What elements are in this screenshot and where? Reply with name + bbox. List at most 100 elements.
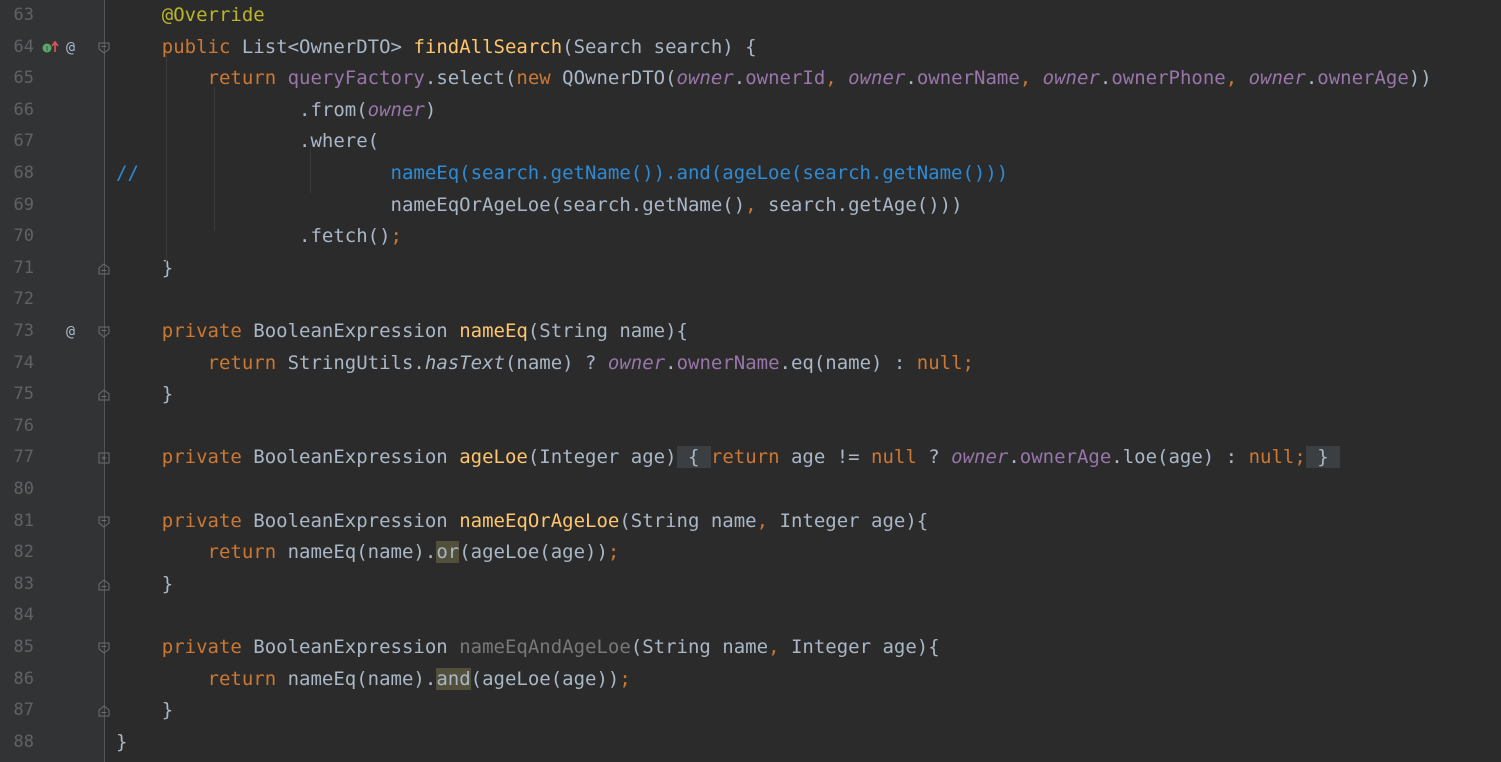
line-number[interactable]: 72: [0, 284, 34, 316]
fold-collapse-icon[interactable]: [98, 516, 110, 528]
fold-collapse-icon[interactable]: [98, 642, 110, 654]
line-number[interactable]: 64: [0, 32, 34, 64]
code-line[interactable]: 83 }: [0, 569, 1501, 601]
code-line[interactable]: 86 return nameEq(name).and(ageLoe(age));: [0, 664, 1501, 696]
line-number[interactable]: 66: [0, 95, 34, 127]
code-line[interactable]: 63 @Override: [0, 0, 1501, 32]
code-text[interactable]: return StringUtils.hasText(name) ? owner…: [116, 348, 974, 380]
code-token: ?: [928, 446, 952, 469]
code-text[interactable]: nameEqOrAgeLoe(search.getName(), search.…: [116, 190, 963, 222]
code-line[interactable]: 71 }: [0, 253, 1501, 285]
line-number[interactable]: 73: [0, 316, 34, 348]
code-token: @Override: [161, 4, 265, 26]
code-text[interactable]: .from(owner): [116, 95, 436, 127]
code-line[interactable]: 84: [0, 600, 1501, 632]
line-number[interactable]: 88: [0, 727, 34, 759]
code-text[interactable]: return nameEq(name).and(ageLoe(age));: [116, 664, 631, 696]
line-number[interactable]: 80: [0, 474, 34, 506]
code-line[interactable]: 67 .where(: [0, 126, 1501, 158]
code-token: ;: [607, 541, 620, 564]
code-text[interactable]: }: [116, 727, 127, 759]
code-token: }: [116, 730, 128, 753]
code-line[interactable]: 74 return StringUtils.hasText(name) ? ow…: [0, 348, 1501, 380]
code-line[interactable]: 68 // nameEq(search.getName()).and(ageLoe…: [0, 158, 1501, 190]
line-number[interactable]: 84: [0, 600, 34, 632]
code-line[interactable]: 81 private BooleanExpression nameEqOrAge…: [0, 506, 1501, 538]
line-number[interactable]: 85: [0, 632, 34, 664]
code-text[interactable]: // nameEq(search.getName()).and(ageLoe(s…: [116, 158, 1008, 190]
code-line[interactable]: 70 .fetch();: [0, 221, 1501, 253]
line-number[interactable]: 70: [0, 221, 34, 253]
code-token: .fetch(): [116, 225, 391, 248]
code-text[interactable]: private BooleanExpression nameEqOrAgeLoe…: [116, 506, 928, 538]
override-at-icon[interactable]: @: [66, 316, 75, 348]
line-number[interactable]: 82: [0, 537, 34, 569]
code-text[interactable]: }: [116, 379, 173, 411]
code-line[interactable]: 88}: [0, 727, 1501, 759]
line-number[interactable]: 65: [0, 63, 34, 95]
svg-text:I: I: [46, 45, 48, 53]
line-number[interactable]: 68: [0, 158, 34, 190]
code-token: // nameEq(search.getName()).and(ageLoe(s…: [116, 162, 1009, 184]
code-token: ,: [756, 509, 780, 532]
fold-collapse-icon[interactable]: [98, 326, 110, 338]
line-number[interactable]: 63: [0, 0, 34, 32]
fold-end-icon[interactable]: [98, 579, 110, 591]
code-text[interactable]: private BooleanExpression nameEq(String …: [116, 316, 688, 348]
code-line[interactable]: 85 private BooleanExpression nameEqAndAg…: [0, 632, 1501, 664]
code-token: ownerName: [916, 67, 1020, 90]
code-line[interactable]: 77 private BooleanExpression ageLoe(Inte…: [0, 442, 1501, 474]
code-token: or: [436, 541, 460, 564]
line-number[interactable]: 86: [0, 664, 34, 696]
code-editor[interactable]: 63 @Override 64 I @ public List<OwnerDTO> f…: [0, 0, 1501, 762]
code-line[interactable]: 73 @ private BooleanExpression nameEq(Str…: [0, 316, 1501, 348]
code-line[interactable]: 65 return queryFactory.select(new QOwner…: [0, 63, 1501, 95]
line-number[interactable]: 75: [0, 379, 34, 411]
code-text[interactable]: return nameEq(name).or(ageLoe(age));: [116, 537, 619, 569]
code-text[interactable]: .where(: [116, 126, 379, 158]
code-line[interactable]: 76: [0, 411, 1501, 443]
code-text[interactable]: public List<OwnerDTO> findAllSearch(Sear…: [116, 32, 757, 64]
line-number[interactable]: 87: [0, 695, 34, 727]
code-token: .: [665, 351, 677, 374]
code-line[interactable]: 69 nameEqOrAgeLoe(search.getName(), sear…: [0, 190, 1501, 222]
code-line[interactable]: 87 }: [0, 695, 1501, 727]
code-text[interactable]: return queryFactory.select(new QOwnerDTO…: [116, 63, 1432, 95]
line-number[interactable]: 77: [0, 442, 34, 474]
line-number[interactable]: 83: [0, 569, 34, 601]
fold-expand-icon[interactable]: [98, 452, 110, 464]
code-line[interactable]: 64 I @ public List<OwnerDTO> findAllSearch…: [0, 32, 1501, 64]
fold-end-icon[interactable]: [98, 263, 110, 275]
line-number[interactable]: 76: [0, 411, 34, 443]
fold-collapse-icon[interactable]: [98, 42, 110, 54]
code-token: (name) ?: [504, 351, 608, 374]
code-token: ,: [1225, 67, 1249, 90]
line-number[interactable]: 71: [0, 253, 34, 285]
code-line[interactable]: 75 }: [0, 379, 1501, 411]
line-number[interactable]: 67: [0, 126, 34, 158]
code-line[interactable]: 82 return nameEq(name).or(ageLoe(age));: [0, 537, 1501, 569]
code-token: }: [116, 256, 174, 279]
line-number[interactable]: 81: [0, 506, 34, 538]
code-line[interactable]: 66 .from(owner): [0, 95, 1501, 127]
code-token: ,: [745, 193, 769, 216]
code-line[interactable]: 80: [0, 474, 1501, 506]
line-number[interactable]: 69: [0, 190, 34, 222]
code-text[interactable]: @Override: [116, 0, 265, 32]
code-text[interactable]: .fetch();: [116, 221, 402, 253]
code-text[interactable]: private BooleanExpression ageLoe(Integer…: [116, 442, 1341, 474]
code-token: findAllSearch: [413, 35, 563, 58]
implement-method-icon[interactable]: I: [42, 32, 62, 64]
code-token: return: [207, 667, 288, 690]
code-text[interactable]: }: [116, 695, 173, 727]
fold-end-icon[interactable]: [98, 389, 110, 401]
code-token: .: [905, 67, 917, 90]
fold-end-icon[interactable]: [98, 705, 110, 717]
code-text[interactable]: }: [116, 569, 173, 601]
code-line[interactable]: 72: [0, 284, 1501, 316]
code-text[interactable]: }: [116, 253, 173, 285]
override-at-icon[interactable]: @: [66, 32, 75, 64]
line-number[interactable]: 74: [0, 348, 34, 380]
code-text[interactable]: private BooleanExpression nameEqAndAgeLo…: [116, 632, 940, 664]
